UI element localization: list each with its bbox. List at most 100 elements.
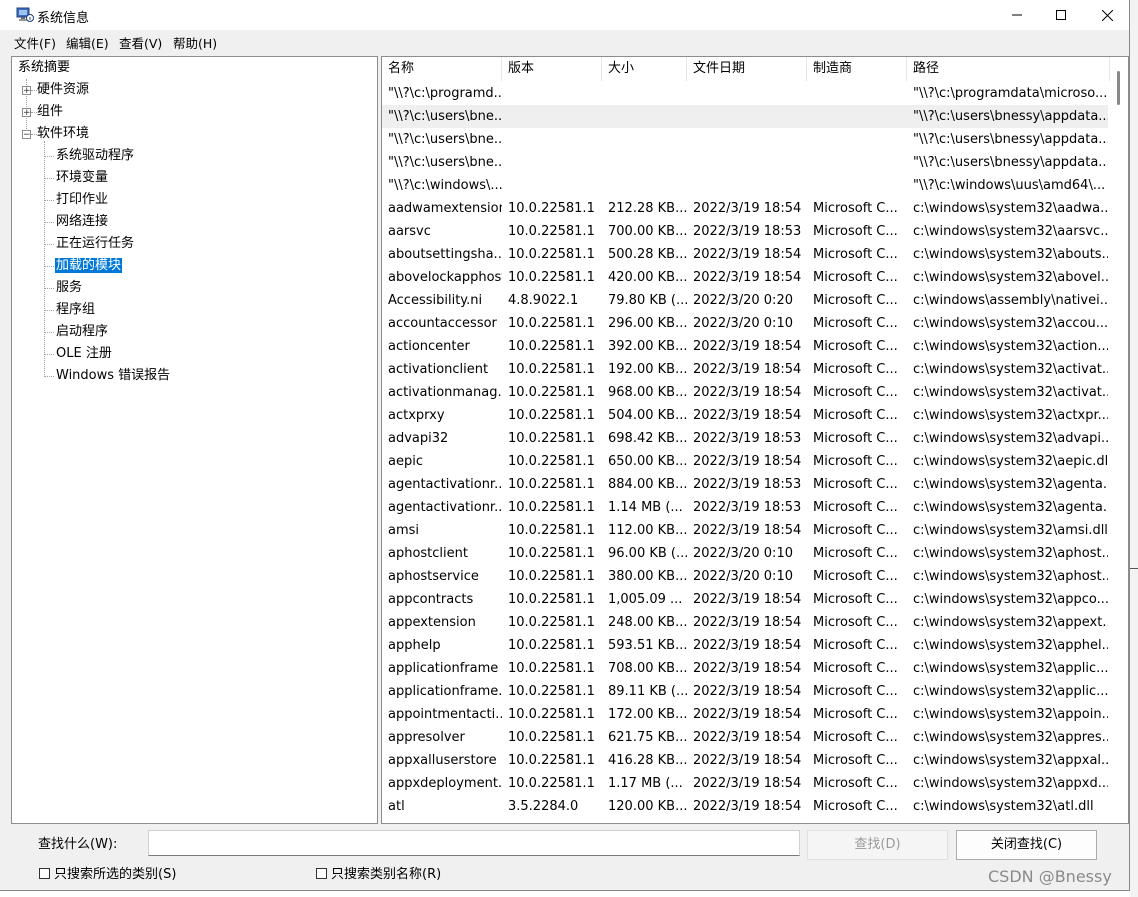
table-row[interactable]: agentactivationr... 10.0.22581.1 1.14 MB (… — [382, 496, 1108, 519]
tree-node-startup[interactable]: 启动程序 — [56, 322, 108, 342]
collapse-icon[interactable]: − — [22, 130, 31, 140]
expand-icon[interactable]: + — [22, 108, 31, 118]
tree-node-env-vars[interactable]: 环境变量 — [56, 168, 108, 188]
minimize-button[interactable] — [994, 0, 1040, 30]
tree-node-loaded-modules-label: 加载的模块 — [55, 258, 123, 273]
cell-name: activationclient — [388, 362, 489, 377]
table-row[interactable]: aboutsettingsha... 10.0.22581.1 500.28 KB.… — [382, 243, 1108, 266]
table-row[interactable]: appcontracts 10.0.22581.1 1,005.09 ... 2022… — [382, 588, 1108, 611]
menu-file[interactable]: 文件(F) — [14, 33, 56, 52]
scrollbar-thumb[interactable] — [1117, 71, 1120, 105]
table-row[interactable]: appresolver 10.0.22581.1 621.75 KB... 2022/… — [382, 726, 1108, 749]
cell-path: c:\windows\system32\accou... — [913, 316, 1108, 331]
menu-help[interactable]: 帮助(H) — [173, 33, 217, 52]
tree-node-program-groups[interactable]: 程序组 — [56, 300, 95, 320]
cell-path: c:\windows\system32\agenta... — [913, 500, 1108, 515]
cell-version: 10.0.22581.1 — [508, 684, 595, 699]
table-row[interactable]: applicationframe... 10.0.22581.1 89.11 KB … — [382, 680, 1108, 703]
search-category-names-checkbox[interactable]: 只搜索类别名称(R) — [316, 866, 441, 884]
table-row[interactable]: "\\?\c:\users\bne... "\\?\c:\users\bnessy… — [382, 128, 1108, 151]
table-row[interactable]: abovelockapphost 10.0.22581.1 420.00 KB...… — [382, 266, 1108, 289]
column-header-version[interactable]: 版本 — [502, 57, 602, 81]
tree-node-system-summary[interactable]: 系统摘要 — [18, 58, 70, 78]
table-row[interactable]: apphelp 10.0.22581.1 593.51 KB... 2022/3/19… — [382, 634, 1108, 657]
cell-manufacturer: Microsoft C... — [813, 477, 898, 492]
table-row[interactable]: agentactivationr... 10.0.22581.1 884.00 KB… — [382, 473, 1108, 496]
table-row[interactable]: amsi 10.0.22581.1 112.00 KB... 2022/3/19 18… — [382, 519, 1108, 542]
column-header-manufacturer[interactable]: 制造商 — [807, 57, 907, 81]
cell-version: 10.0.22581.1 — [508, 224, 595, 239]
find-button[interactable]: 查找(D) — [807, 830, 948, 860]
tree-node-hardware[interactable]: 硬件资源 — [37, 80, 89, 100]
cell-name: "\\?\c:\windows\... — [388, 178, 502, 193]
table-row[interactable]: appxalluserstore 10.0.22581.1 416.28 KB...… — [382, 749, 1108, 772]
table-row[interactable]: advapi32 10.0.22581.1 698.42 KB... 2022/3/1… — [382, 427, 1108, 450]
table-row[interactable]: activationclient 10.0.22581.1 192.00 KB...… — [382, 358, 1108, 381]
maximize-button[interactable] — [1038, 0, 1084, 30]
tree-node-drivers[interactable]: 系统驱动程序 — [56, 146, 134, 166]
cell-size: 120.00 KB... — [608, 799, 687, 814]
table-row[interactable]: accountaccessor 10.0.22581.1 296.00 KB... 2… — [382, 312, 1108, 335]
details-table[interactable]: 名称 版本 大小 文件日期 制造商 路径 "\\?\c:\programd...… — [381, 56, 1129, 824]
cell-version: 10.0.22581.1 — [508, 546, 595, 561]
menu-view[interactable]: 查看(V) — [119, 33, 162, 52]
column-header-path[interactable]: 路径 — [907, 57, 1110, 81]
close-window-button[interactable] — [1084, 0, 1130, 30]
table-row[interactable]: "\\?\c:\users\bne... "\\?\c:\users\bnessy… — [382, 105, 1108, 128]
table-row[interactable]: atl 3.5.2284.0 120.00 KB... 2022/3/19 18:54… — [382, 795, 1108, 818]
tree-node-network[interactable]: 网络连接 — [56, 212, 108, 232]
cell-path: c:\windows\system32\aepic.dll — [913, 454, 1108, 469]
tree-node-print-jobs[interactable]: 打印作业 — [56, 190, 108, 210]
tree-node-running-tasks[interactable]: 正在运行任务 — [56, 234, 134, 254]
table-row[interactable]: aadwamextension 10.0.22581.1 212.28 KB... 2… — [382, 197, 1108, 220]
close-find-button[interactable]: 关闭查找(C) — [956, 830, 1097, 860]
cell-name: aarsvc — [388, 224, 431, 239]
table-row[interactable]: aphostservice 10.0.22581.1 380.00 KB... 202… — [382, 565, 1108, 588]
tree-node-loaded-modules[interactable]: 加载的模块 — [55, 256, 123, 276]
table-row[interactable]: activationmanag... 10.0.22581.1 968.00 KB.… — [382, 381, 1108, 404]
cell-path: c:\windows\system32\abovel... — [913, 270, 1108, 285]
tree-line — [44, 141, 45, 377]
table-row[interactable]: aepic 10.0.22581.1 650.00 KB... 2022/3/19 1… — [382, 450, 1108, 473]
table-row[interactable]: actxprxy 10.0.22581.1 504.00 KB... 2022/3/1… — [382, 404, 1108, 427]
column-header-name[interactable]: 名称 — [382, 57, 502, 81]
cell-path: c:\windows\system32\activat... — [913, 385, 1108, 400]
table-row[interactable]: Accessibility.ni 4.8.9022.1 79.80 KB (... 2… — [382, 289, 1108, 312]
table-row[interactable]: aphostclient 10.0.22581.1 96.00 KB (... 202… — [382, 542, 1108, 565]
search-selected-category-checkbox[interactable]: 只搜索所选的类别(S) — [39, 866, 176, 884]
tree-node-ole[interactable]: OLE 注册 — [56, 344, 112, 364]
table-row[interactable]: "\\?\c:\windows\... "\\?\c:\windows\uus\a… — [382, 174, 1108, 197]
cell-name: appointmentacti... — [388, 707, 502, 722]
column-header-size[interactable]: 大小 — [602, 57, 687, 81]
search-selected-category-label: 只搜索所选的类别(S) — [54, 867, 177, 882]
tree-node-windows-error[interactable]: Windows 错误报告 — [56, 366, 170, 386]
cell-path: c:\windows\system32\apphel... — [913, 638, 1108, 653]
find-input[interactable] — [148, 830, 800, 856]
tree-node-components[interactable]: 组件 — [37, 102, 63, 122]
expand-icon[interactable]: + — [22, 86, 31, 96]
cell-size: 500.28 KB... — [608, 247, 687, 262]
table-row[interactable]: aarsvc 10.0.22581.1 700.00 KB... 2022/3/19 … — [382, 220, 1108, 243]
table-row[interactable]: actioncenter 10.0.22581.1 392.00 KB... 2022… — [382, 335, 1108, 358]
table-row[interactable]: appxdeployment... 10.0.22581.1 1.17 MB (..… — [382, 772, 1108, 795]
cell-name: appcontracts — [388, 592, 474, 607]
tree-line — [45, 288, 54, 289]
cell-size: 416.28 KB... — [608, 753, 687, 768]
cell-path: c:\windows\system32\aarsvc.... — [913, 224, 1108, 239]
cell-manufacturer: Microsoft C... — [813, 408, 898, 423]
tree-node-services[interactable]: 服务 — [56, 278, 82, 298]
table-row[interactable]: appointmentacti... 10.0.22581.1 172.00 KB.… — [382, 703, 1108, 726]
cell-manufacturer: Microsoft C... — [813, 201, 898, 216]
table-row[interactable]: applicationframe 10.0.22581.1 708.00 KB...… — [382, 657, 1108, 680]
table-row[interactable]: "\\?\c:\users\bne... "\\?\c:\users\bnessy… — [382, 151, 1108, 174]
table-row[interactable]: appextension 10.0.22581.1 248.00 KB... 2022… — [382, 611, 1108, 634]
vertical-scrollbar[interactable] — [1110, 57, 1128, 823]
cell-size: 248.00 KB... — [608, 615, 687, 630]
tree-line — [45, 266, 54, 267]
tree-line — [45, 178, 54, 179]
category-tree[interactable]: 系统摘要 + 硬件资源 + 组件 − 软件环境 系统驱动程序 环境变量 打印作业… — [11, 56, 378, 824]
column-header-date[interactable]: 文件日期 — [687, 57, 807, 81]
menu-edit[interactable]: 编辑(E) — [66, 33, 109, 52]
table-row[interactable]: "\\?\c:\programd... "\\?\c:\programdata\m… — [382, 82, 1108, 105]
cell-path: c:\windows\system32\activat... — [913, 362, 1108, 377]
